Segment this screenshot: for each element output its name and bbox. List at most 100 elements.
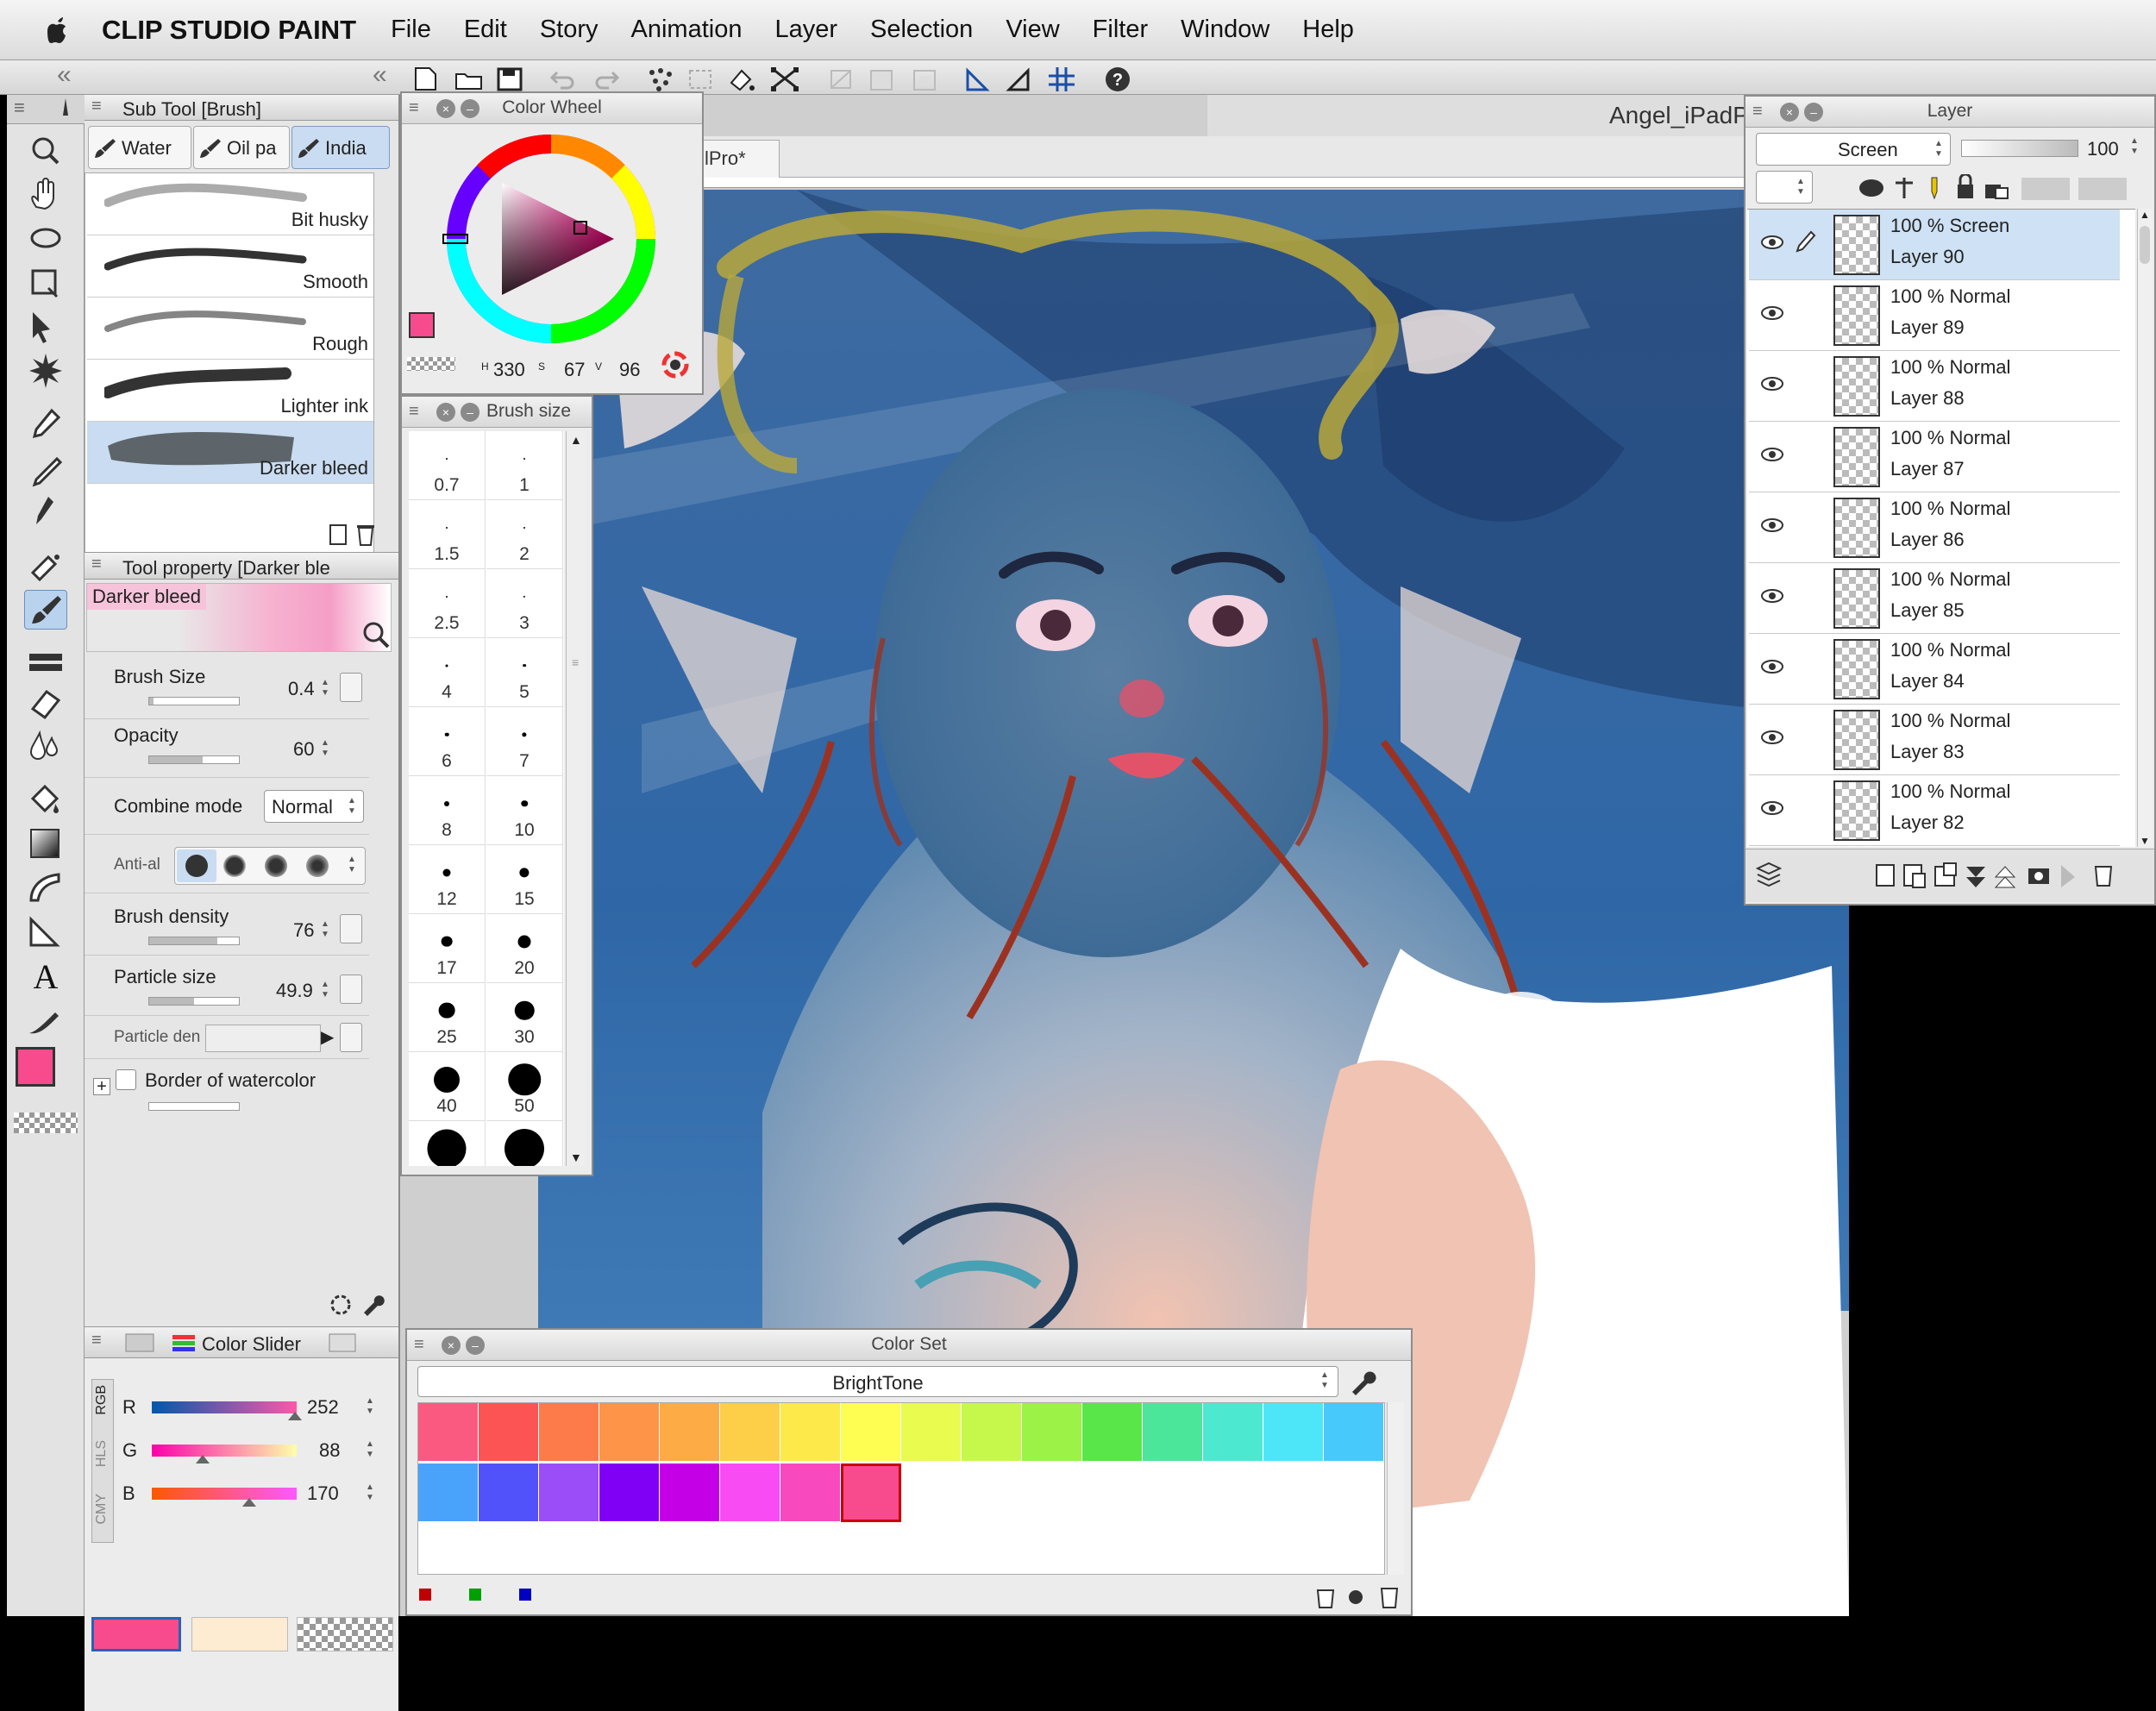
g-slider[interactable] — [152, 1445, 297, 1463]
color-set-actions[interactable] — [1313, 1582, 1407, 1611]
brush-size-cell[interactable]: 7 — [486, 707, 563, 776]
select-all-icon[interactable] — [685, 66, 716, 91]
r-slider[interactable] — [152, 1401, 303, 1420]
ruler-snap-icon[interactable] — [962, 66, 993, 91]
layer-row[interactable]: 100 % Normal Layer 89 — [1749, 280, 2120, 351]
color-set-select[interactable]: BrightTone ▲ ▼ — [417, 1366, 1338, 1397]
layer-stack-icon[interactable] — [1756, 862, 1782, 887]
scroll-down-icon[interactable]: ▼ — [2140, 835, 2150, 847]
new-file-icon[interactable] — [411, 66, 442, 91]
menu-window[interactable]: Window — [1181, 16, 1269, 44]
menu-layer[interactable]: Layer — [774, 16, 837, 44]
spin-icon[interactable]: ▲ ▼ — [321, 980, 333, 1002]
r-value[interactable]: 252 — [307, 1396, 339, 1419]
g-value[interactable]: 88 — [319, 1439, 340, 1462]
undo-icon[interactable] — [548, 66, 580, 91]
special-ruler-snap-icon[interactable] — [1004, 66, 1035, 91]
brush-item-bit-husky[interactable]: Bit husky — [87, 173, 373, 235]
eraser-icon[interactable] — [24, 683, 67, 723]
layer-row[interactable]: 100 % Screen Layer 90 — [1749, 210, 2120, 280]
color-mode-icon[interactable] — [661, 350, 690, 379]
brush-density-slider[interactable] — [148, 937, 240, 945]
help-icon[interactable]: ? — [1102, 66, 1133, 91]
menu-selection[interactable]: Selection — [870, 16, 973, 44]
transparent-chip[interactable] — [297, 1617, 393, 1651]
frame-icon[interactable] — [909, 66, 940, 91]
trash-icon[interactable] — [355, 523, 376, 547]
fill-icon[interactable] — [726, 66, 757, 91]
color-swatch[interactable] — [660, 1403, 720, 1462]
particle-size-slider[interactable] — [148, 997, 240, 1006]
spin-icon[interactable]: ▲ ▼ — [366, 1482, 378, 1505]
minimize-icon[interactable]: – — [461, 99, 479, 118]
brush-size-cell[interactable]: 0.7 — [409, 431, 486, 500]
menu-animation[interactable]: Animation — [631, 16, 743, 44]
pressure-settings-button[interactable] — [340, 914, 362, 943]
menu-file[interactable]: File — [391, 16, 431, 44]
scroll-down-icon[interactable]: ▼ — [570, 1150, 582, 1164]
save-icon[interactable] — [495, 66, 526, 91]
blend-mode-select[interactable]: Screen ▲ ▼ — [1756, 133, 1951, 166]
spin-icon[interactable]: ▲ ▼ — [366, 1396, 378, 1419]
color-swatch[interactable] — [962, 1403, 1022, 1462]
layer-actions-icons[interactable] — [1875, 862, 2142, 889]
color-swatch[interactable] — [720, 1403, 780, 1462]
ruler-icon[interactable] — [24, 912, 67, 952]
color-set-icon[interactable] — [124, 1332, 155, 1353]
blend-icon[interactable] — [24, 726, 67, 766]
border-watercolor-checkbox[interactable] — [116, 1069, 136, 1090]
tab-india-ink[interactable]: India — [291, 126, 390, 169]
antialias-medium[interactable] — [265, 855, 287, 877]
menu-view[interactable]: View — [1006, 16, 1059, 44]
layer-row[interactable]: 100 % Normal Layer 85 — [1749, 563, 2120, 634]
menu-icon[interactable]: ≡ — [414, 1330, 424, 1359]
color-swatch[interactable] — [841, 1403, 901, 1462]
brush-size-cell[interactable]: 2 — [486, 500, 563, 569]
particle-size-value[interactable]: 49.9 — [276, 980, 313, 1002]
spin-icon[interactable]: ▲ ▼ — [321, 678, 333, 700]
brush-size-cell[interactable]: 60 — [409, 1121, 486, 1166]
color-swatch[interactable] — [780, 1403, 841, 1462]
opacity-value[interactable]: 60 — [293, 738, 314, 761]
grid-snap-icon[interactable] — [1047, 66, 1078, 91]
brush-size-cell[interactable]: 5 — [486, 638, 563, 707]
border-watercolor-slider[interactable] — [148, 1102, 240, 1111]
history-icon[interactable] — [328, 1332, 359, 1353]
eye-icon[interactable] — [1761, 306, 1783, 320]
tab-rgb[interactable]: RGB — [94, 1385, 110, 1415]
eye-icon[interactable] — [1761, 518, 1783, 532]
redo-icon[interactable] — [590, 66, 621, 91]
layer-row[interactable]: 100 % Normal Layer 88 — [1749, 351, 2120, 422]
brush-density-value[interactable]: 76 — [293, 919, 314, 942]
menu-icon[interactable]: ≡ — [1752, 97, 1763, 126]
minimize-icon[interactable]: – — [466, 1336, 485, 1355]
b-value[interactable]: 170 — [307, 1482, 339, 1505]
copy-subtool-icon[interactable] — [328, 523, 348, 547]
transparent-color-swatch[interactable] — [14, 1112, 78, 1133]
menu-filter[interactable]: Filter — [1093, 16, 1148, 44]
antialias-weak[interactable] — [223, 855, 246, 877]
r-marker[interactable] — [288, 1412, 303, 1420]
crop-icon[interactable] — [826, 66, 857, 91]
layer-color-select[interactable]: ▲ ▼ — [1756, 171, 1813, 204]
app-name[interactable]: CLIP STUDIO PAINT — [102, 15, 356, 46]
spin-icon[interactable]: ▲ ▼ — [2130, 136, 2142, 159]
brush-size-cell[interactable]: 30 — [486, 983, 563, 1052]
eyedropper-icon[interactable] — [24, 405, 67, 445]
eye-icon[interactable] — [1761, 730, 1783, 744]
hue-value[interactable]: 330 — [493, 359, 525, 381]
color-swatch[interactable] — [1082, 1403, 1143, 1462]
lasso-icon[interactable] — [24, 221, 67, 260]
spin-icon[interactable]: ▲ ▼ — [321, 919, 333, 942]
color-swatch[interactable] — [1022, 1403, 1082, 1462]
spin-icon[interactable]: ▲ ▼ — [321, 738, 333, 761]
play-icon[interactable]: ▶ — [321, 1026, 334, 1048]
move-icon[interactable] — [24, 307, 67, 347]
eye-icon[interactable] — [1761, 660, 1783, 674]
brush-size-scrollbar[interactable]: ▲ ≡ ▼ — [566, 431, 586, 1166]
menu-edit[interactable]: Edit — [464, 16, 507, 44]
brush-size-cell[interactable]: 3 — [486, 569, 563, 638]
layer-row[interactable]: 100 % Normal — [1749, 846, 2120, 847]
layer-row[interactable]: 100 % Normal Layer 86 — [1749, 492, 2120, 563]
antialias-selector[interactable]: ▲ ▼ — [174, 847, 366, 885]
